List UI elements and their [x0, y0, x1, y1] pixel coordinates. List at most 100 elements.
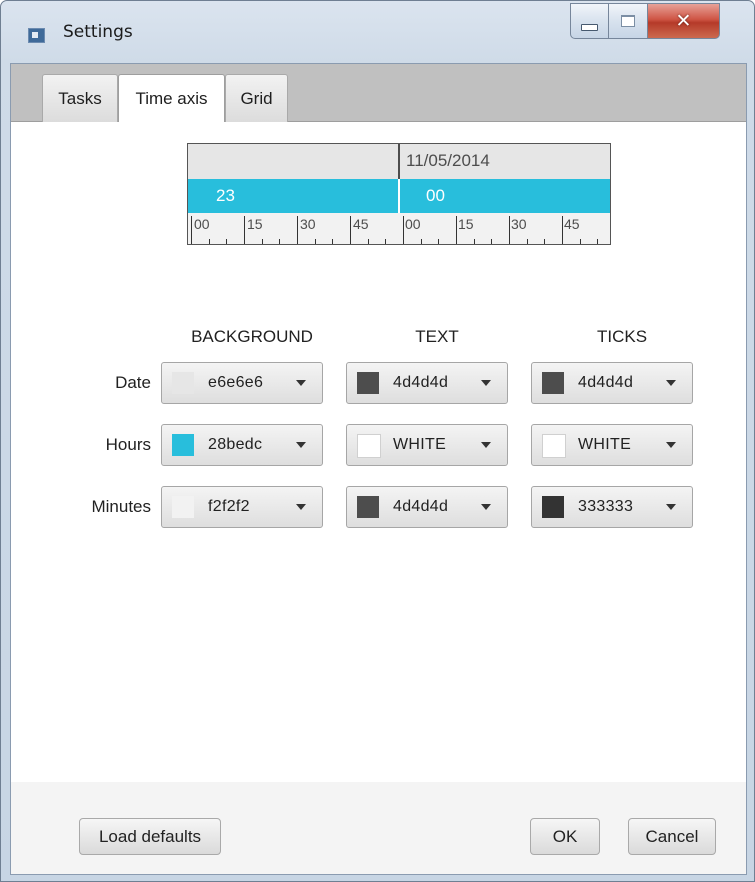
date-background-color-picker[interactable]: e6e6e6 — [161, 362, 323, 404]
color-value: 333333 — [578, 498, 634, 515]
preview-minutes-row: 00 15 30 45 00 15 30 45 — [188, 213, 610, 244]
row-label-hours: Hours — [105, 435, 151, 454]
tab-grid[interactable]: Grid — [225, 74, 288, 122]
ruler-tick — [279, 239, 280, 244]
color-value: f2f2f2 — [208, 498, 250, 515]
preview-hour-separator — [398, 179, 400, 213]
close-button[interactable]: ✕ — [648, 3, 720, 39]
ok-button[interactable]: OK — [530, 818, 600, 855]
ruler-tick — [562, 216, 563, 244]
ruler-tick — [580, 239, 581, 244]
maximize-button[interactable] — [609, 3, 648, 39]
preview-minute-label: 30 — [300, 216, 316, 232]
color-swatch — [357, 496, 379, 518]
minutes-background-color-picker[interactable]: f2f2f2 — [161, 486, 323, 528]
ruler-tick — [474, 239, 475, 244]
date-ticks-color-picker[interactable]: 4d4d4d — [531, 362, 693, 404]
ruler-tick — [456, 216, 457, 244]
column-header-background: BACKGROUND — [191, 327, 313, 346]
close-icon: ✕ — [675, 10, 692, 32]
row-label-date: Date — [115, 373, 151, 392]
ruler-tick — [262, 239, 263, 244]
color-swatch — [172, 496, 194, 518]
preview-hour-label: 23 — [216, 186, 235, 205]
ruler-tick — [527, 239, 528, 244]
preview-minute-label: 15 — [458, 216, 474, 232]
ruler-tick — [544, 239, 545, 244]
app-icon — [28, 28, 45, 43]
minimize-button[interactable] — [570, 3, 609, 39]
preview-minute-label: 00 — [194, 216, 210, 232]
tab-header: Tasks Time axis Grid — [11, 64, 746, 123]
dropdown-arrow-icon — [481, 380, 491, 386]
time-axis-panel: 11/05/2014 23 00 00 15 30 45 00 15 30 45 — [11, 122, 746, 782]
preview-minute-label: 30 — [511, 216, 527, 232]
dialog-client-area: Tasks Time axis Grid 11/05/2014 23 00 00… — [10, 63, 747, 875]
minutes-ticks-color-picker[interactable]: 333333 — [531, 486, 693, 528]
dropdown-arrow-icon — [296, 442, 306, 448]
window-title: Settings — [63, 22, 133, 42]
dropdown-arrow-icon — [481, 504, 491, 510]
preview-minute-label: 15 — [247, 216, 263, 232]
row-label-minutes: Minutes — [91, 497, 151, 516]
preview-date-separator — [398, 144, 400, 179]
tab-tasks[interactable]: Tasks — [42, 74, 118, 122]
preview-minute-label: 45 — [564, 216, 580, 232]
color-swatch — [172, 372, 194, 394]
hours-background-color-picker[interactable]: 28bedc — [161, 424, 323, 466]
color-swatch — [542, 434, 566, 458]
color-value: e6e6e6 — [208, 374, 264, 391]
dropdown-arrow-icon — [666, 380, 676, 386]
date-text-color-picker[interactable]: 4d4d4d — [346, 362, 508, 404]
color-value: 4d4d4d — [393, 374, 449, 391]
ruler-tick — [315, 239, 316, 244]
dropdown-arrow-icon — [296, 504, 306, 510]
column-header-text: TEXT — [415, 327, 459, 346]
ruler-tick — [226, 239, 227, 244]
preview-minute-label: 45 — [353, 216, 369, 232]
time-axis-preview: 11/05/2014 23 00 00 15 30 45 00 15 30 45 — [187, 143, 611, 245]
load-defaults-button[interactable]: Load defaults — [79, 818, 221, 855]
ruler-tick — [332, 239, 333, 244]
settings-window: Settings ✕ Tasks Time axis Grid 11/05/20… — [0, 0, 755, 882]
preview-minute-label: 00 — [405, 216, 421, 232]
dropdown-arrow-icon — [666, 442, 676, 448]
dialog-footer: Load defaults OK Cancel — [11, 782, 746, 874]
ruler-tick — [509, 216, 510, 244]
dropdown-arrow-icon — [481, 442, 491, 448]
ruler-tick — [244, 216, 245, 244]
color-value: 4d4d4d — [578, 374, 634, 391]
hours-ticks-color-picker[interactable]: WHITE — [531, 424, 693, 466]
color-swatch — [542, 372, 564, 394]
color-value: WHITE — [393, 436, 447, 453]
ruler-tick — [438, 239, 439, 244]
ruler-tick — [350, 216, 351, 244]
tab-time-axis[interactable]: Time axis — [118, 74, 225, 123]
color-value: WHITE — [578, 436, 632, 453]
preview-hours-row: 23 00 — [188, 179, 610, 213]
title-bar[interactable]: Settings ✕ — [1, 1, 754, 63]
hours-text-color-picker[interactable]: WHITE — [346, 424, 508, 466]
ruler-tick — [421, 239, 422, 244]
color-value: 28bedc — [208, 436, 263, 453]
ruler-tick — [191, 216, 192, 244]
ruler-tick — [403, 216, 404, 244]
ruler-tick — [297, 216, 298, 244]
minutes-text-color-picker[interactable]: 4d4d4d — [346, 486, 508, 528]
color-swatch — [357, 434, 381, 458]
preview-date-row: 11/05/2014 — [188, 144, 610, 179]
preview-hour-label: 00 — [426, 186, 445, 205]
column-header-ticks: TICKS — [596, 327, 648, 346]
color-swatch — [172, 434, 194, 456]
color-swatch — [357, 372, 379, 394]
ruler-tick — [597, 239, 598, 244]
maximize-icon — [621, 15, 635, 27]
color-swatch — [542, 496, 564, 518]
preview-date-label: 11/05/2014 — [406, 151, 490, 170]
ruler-tick — [491, 239, 492, 244]
color-value: 4d4d4d — [393, 498, 449, 515]
ruler-tick — [385, 239, 386, 244]
ruler-tick — [368, 239, 369, 244]
dropdown-arrow-icon — [296, 380, 306, 386]
cancel-button[interactable]: Cancel — [628, 818, 716, 855]
